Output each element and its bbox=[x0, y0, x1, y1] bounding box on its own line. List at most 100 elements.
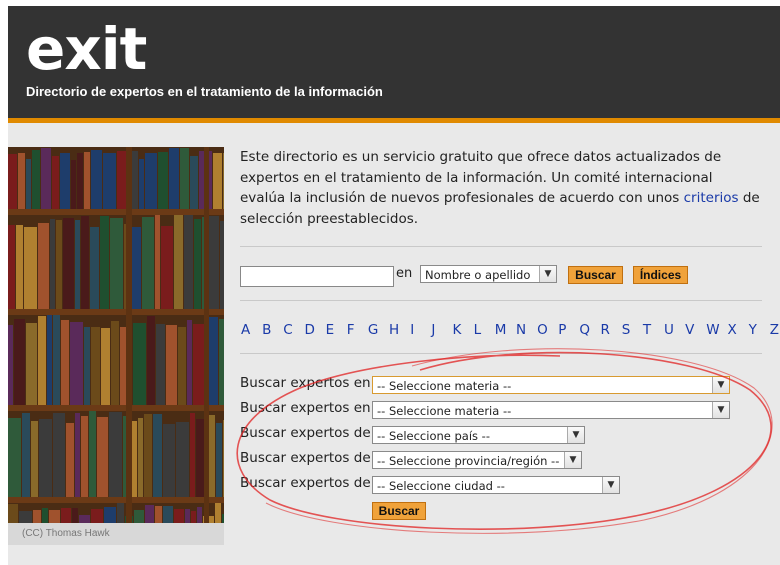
book-spine bbox=[47, 315, 52, 405]
book-spine bbox=[70, 322, 83, 405]
book-spine bbox=[111, 321, 119, 405]
book-spine bbox=[42, 508, 48, 523]
criteria-link[interactable]: criterios bbox=[684, 190, 739, 206]
book-spine bbox=[174, 509, 184, 523]
book-spine bbox=[194, 219, 201, 309]
book-spine bbox=[155, 215, 160, 309]
subject-select-1-value: -- Seleccione materia -- bbox=[377, 379, 512, 393]
letter-link-m[interactable]: M bbox=[495, 322, 507, 338]
letter-link-h[interactable]: H bbox=[389, 322, 399, 338]
book-spine bbox=[53, 315, 60, 405]
book-spine bbox=[56, 220, 62, 309]
book-spine bbox=[117, 503, 124, 523]
intro-text: Este directorio es un servicio gratuito … bbox=[240, 149, 722, 206]
letter-link-j[interactable]: J bbox=[431, 322, 435, 338]
book-spine bbox=[26, 323, 37, 405]
letter-link-k[interactable]: K bbox=[453, 322, 462, 338]
region-select-value: -- Seleccione provincia/región -- bbox=[377, 454, 560, 468]
letter-link-v[interactable]: V bbox=[685, 322, 694, 338]
letter-link-u[interactable]: U bbox=[664, 322, 674, 338]
book-spine bbox=[158, 152, 168, 209]
book-spine bbox=[161, 226, 173, 309]
letter-link-d[interactable]: D bbox=[304, 322, 314, 338]
book-spine bbox=[71, 160, 76, 209]
book-spine bbox=[8, 418, 21, 497]
chevron-down-icon: ▼ bbox=[564, 452, 581, 468]
letter-link-r[interactable]: R bbox=[601, 322, 610, 338]
book-spine bbox=[63, 218, 74, 309]
book-spine bbox=[109, 412, 122, 497]
book-spine bbox=[91, 509, 103, 523]
book-spine bbox=[215, 503, 221, 523]
chevron-down-icon: ▼ bbox=[567, 427, 584, 443]
book-spine bbox=[91, 150, 102, 209]
country-select-value: -- Seleccione país -- bbox=[377, 429, 490, 443]
filter-label: Buscar expertos de bbox=[240, 450, 371, 466]
indexes-button[interactable]: Índices bbox=[633, 266, 688, 284]
book-spine bbox=[81, 216, 89, 309]
divider bbox=[240, 353, 762, 354]
search-button[interactable]: Buscar bbox=[568, 266, 623, 284]
letter-link-s[interactable]: S bbox=[622, 322, 631, 338]
book-spine bbox=[190, 156, 198, 209]
alphabet-index: ABCDEFGHI J KLMNOPQRSTUVWXYZ bbox=[240, 322, 779, 342]
letter-link-a[interactable]: A bbox=[241, 322, 250, 338]
letter-link-f[interactable]: F bbox=[347, 322, 355, 338]
subject-select-2-value: -- Seleccione materia -- bbox=[377, 404, 512, 418]
letter-link-e[interactable]: E bbox=[326, 322, 335, 338]
site-subtitle: Directorio de expertos en el tratamiento… bbox=[26, 84, 383, 99]
photo-credit: (CC) Thomas Hawk bbox=[8, 523, 224, 545]
site-header: exit Directorio de expertos en el tratam… bbox=[8, 6, 780, 118]
letter-link-l[interactable]: L bbox=[474, 322, 482, 338]
book-spine bbox=[219, 319, 224, 405]
book-spine bbox=[144, 414, 152, 497]
book-spine bbox=[147, 316, 155, 405]
filter-search-button[interactable]: Buscar bbox=[372, 502, 426, 520]
letter-link-x[interactable]: X bbox=[727, 322, 736, 338]
divider bbox=[240, 246, 762, 247]
letter-link-q[interactable]: Q bbox=[579, 322, 590, 338]
book-spine bbox=[166, 325, 177, 405]
book-spine bbox=[156, 324, 165, 405]
book-spine bbox=[209, 216, 219, 309]
site-logo[interactable]: exit bbox=[26, 20, 147, 78]
book-spine bbox=[8, 504, 18, 523]
letter-link-t[interactable]: T bbox=[643, 322, 651, 338]
letter-link-b[interactable]: B bbox=[262, 322, 271, 338]
book-spine bbox=[19, 511, 32, 523]
search-field-select[interactable]: Nombre o apellido ▼ bbox=[420, 265, 557, 283]
search-input[interactable] bbox=[240, 266, 394, 287]
letter-link-g[interactable]: G bbox=[368, 322, 378, 338]
book-spine bbox=[190, 413, 195, 497]
book-spine bbox=[103, 153, 116, 209]
subject-select-2[interactable]: -- Seleccione materia -- ▼ bbox=[372, 401, 730, 419]
book-spine bbox=[89, 411, 96, 497]
letter-link-y[interactable]: Y bbox=[749, 322, 757, 338]
letter-link-c[interactable]: C bbox=[283, 322, 292, 338]
book-spine bbox=[31, 421, 38, 497]
letter-link-n[interactable]: N bbox=[516, 322, 526, 338]
book-spine bbox=[81, 416, 88, 497]
book-spine bbox=[77, 153, 83, 209]
letter-link-i[interactable]: I bbox=[410, 322, 414, 338]
book-spine bbox=[169, 148, 179, 209]
book-spine bbox=[97, 417, 108, 497]
book-spine bbox=[222, 514, 224, 523]
book-spine bbox=[101, 328, 110, 405]
subject-select-1[interactable]: -- Seleccione materia -- ▼ bbox=[372, 376, 730, 394]
book-spine bbox=[176, 422, 189, 497]
filter-label: Buscar expertos en bbox=[240, 400, 371, 416]
letter-link-w[interactable]: W bbox=[706, 322, 719, 338]
bookshelf-photo bbox=[8, 147, 224, 523]
letter-link-o[interactable]: O bbox=[537, 322, 548, 338]
main-content: (CC) Thomas Hawk Este directorio es un s… bbox=[8, 123, 780, 565]
search-field-value: Nombre o apellido bbox=[425, 268, 531, 282]
region-select[interactable]: -- Seleccione provincia/región -- ▼ bbox=[372, 451, 582, 469]
letter-link-p[interactable]: P bbox=[558, 322, 566, 338]
country-select[interactable]: -- Seleccione país -- ▼ bbox=[372, 426, 585, 444]
book-spine bbox=[91, 327, 100, 405]
book-spine bbox=[100, 216, 109, 309]
book-spine bbox=[24, 227, 37, 309]
city-select[interactable]: -- Seleccione ciudad -- ▼ bbox=[372, 476, 620, 494]
letter-link-z[interactable]: Z bbox=[770, 322, 779, 338]
